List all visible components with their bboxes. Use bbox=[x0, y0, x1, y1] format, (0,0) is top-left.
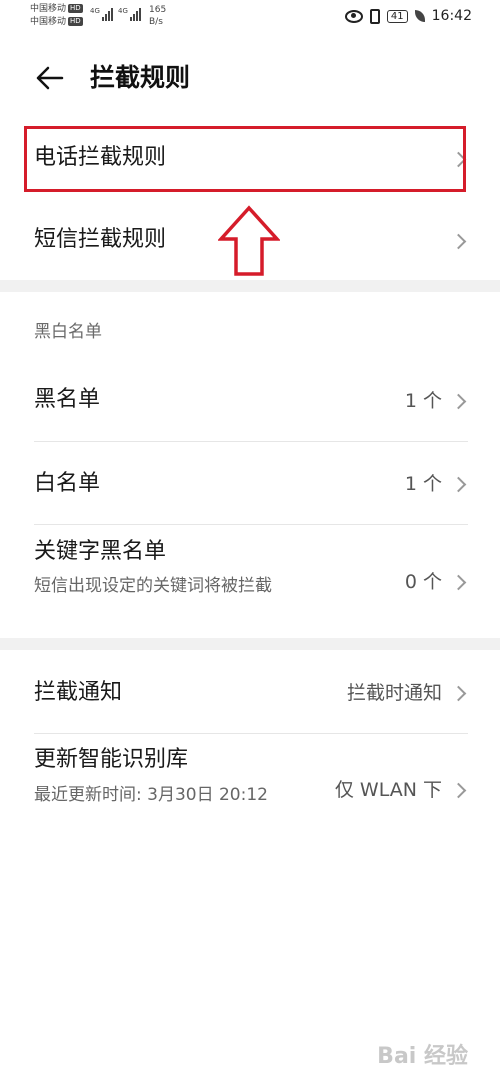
whitelist-label: 白名单 bbox=[34, 471, 101, 496]
update-recognition-library-item[interactable]: 更新智能识别库 最近更新时间: 3月30日 20:12 仅 WLAN 下 bbox=[0, 735, 500, 845]
eye-comfort-icon bbox=[344, 9, 363, 23]
sms-block-rules-label: 短信拦截规则 bbox=[34, 227, 167, 252]
whitelist-item[interactable]: 白名单 1 个 bbox=[0, 443, 500, 523]
keyword-blacklist-description: 短信出现设定的关键词将被拦截 bbox=[34, 576, 272, 596]
up-arrow-icon bbox=[218, 205, 280, 276]
page-title: 拦截规则 bbox=[90, 63, 191, 92]
watermark: Bai 经验 bbox=[377, 1044, 468, 1069]
update-library-label: 更新智能识别库 bbox=[34, 747, 189, 772]
app-header: 拦截规则 bbox=[0, 50, 500, 106]
section-gap bbox=[0, 280, 500, 292]
section-gap bbox=[0, 638, 500, 650]
update-library-last-updated: 最近更新时间: 3月30日 20:12 bbox=[34, 785, 268, 805]
carrier-2: 中国移动 bbox=[30, 17, 67, 27]
divider bbox=[34, 524, 468, 525]
vibrate-icon bbox=[369, 8, 380, 24]
power-saving-icon bbox=[414, 10, 425, 22]
carrier-1: 中国移动 bbox=[30, 4, 67, 14]
keyword-blacklist-count: 0 个 bbox=[404, 571, 442, 593]
block-notification-item[interactable]: 拦截通知 拦截时通知 bbox=[0, 652, 500, 732]
clock: 16:42 bbox=[431, 8, 472, 24]
blacklist-item[interactable]: 黑名单 1 个 bbox=[0, 360, 500, 440]
hd-badge: HD bbox=[68, 17, 83, 26]
chevron-right-icon bbox=[450, 233, 467, 250]
chevron-right-icon bbox=[450, 782, 467, 799]
network-speed: 165 B/s bbox=[149, 5, 167, 27]
hd-badge: HD bbox=[68, 4, 83, 13]
highlight-box bbox=[24, 126, 466, 192]
chevron-right-icon bbox=[450, 574, 467, 591]
keyword-blacklist-item[interactable]: 关键字黑名单 短信出现设定的关键词将被拦截 0 个 bbox=[0, 526, 500, 634]
block-notification-value: 拦截时通知 bbox=[346, 682, 442, 704]
chevron-right-icon bbox=[450, 685, 467, 702]
signal-icon: 4G bbox=[90, 7, 113, 21]
signal-icon: 4G bbox=[118, 7, 141, 21]
whitelist-count: 1 个 bbox=[404, 473, 442, 495]
status-bar: 中国移动 HD 中国移动 HD 4G 4G 165 B/s 41 16:42 bbox=[0, 0, 500, 36]
back-arrow-icon bbox=[36, 66, 64, 90]
section-header-blacklist: 黑白名单 bbox=[34, 322, 102, 342]
battery-icon: 41 bbox=[386, 9, 408, 23]
divider bbox=[34, 441, 468, 442]
divider bbox=[34, 733, 468, 734]
chevron-right-icon bbox=[450, 476, 467, 493]
keyword-blacklist-label: 关键字黑名单 bbox=[34, 539, 167, 564]
carrier-info: 中国移动 HD 中国移动 HD bbox=[30, 3, 83, 29]
chevron-right-icon bbox=[450, 393, 467, 410]
blacklist-label: 黑名单 bbox=[34, 387, 101, 412]
block-notification-label: 拦截通知 bbox=[34, 680, 123, 705]
back-button[interactable] bbox=[34, 62, 66, 94]
blacklist-count: 1 个 bbox=[404, 390, 442, 412]
update-library-value: 仅 WLAN 下 bbox=[334, 779, 442, 801]
